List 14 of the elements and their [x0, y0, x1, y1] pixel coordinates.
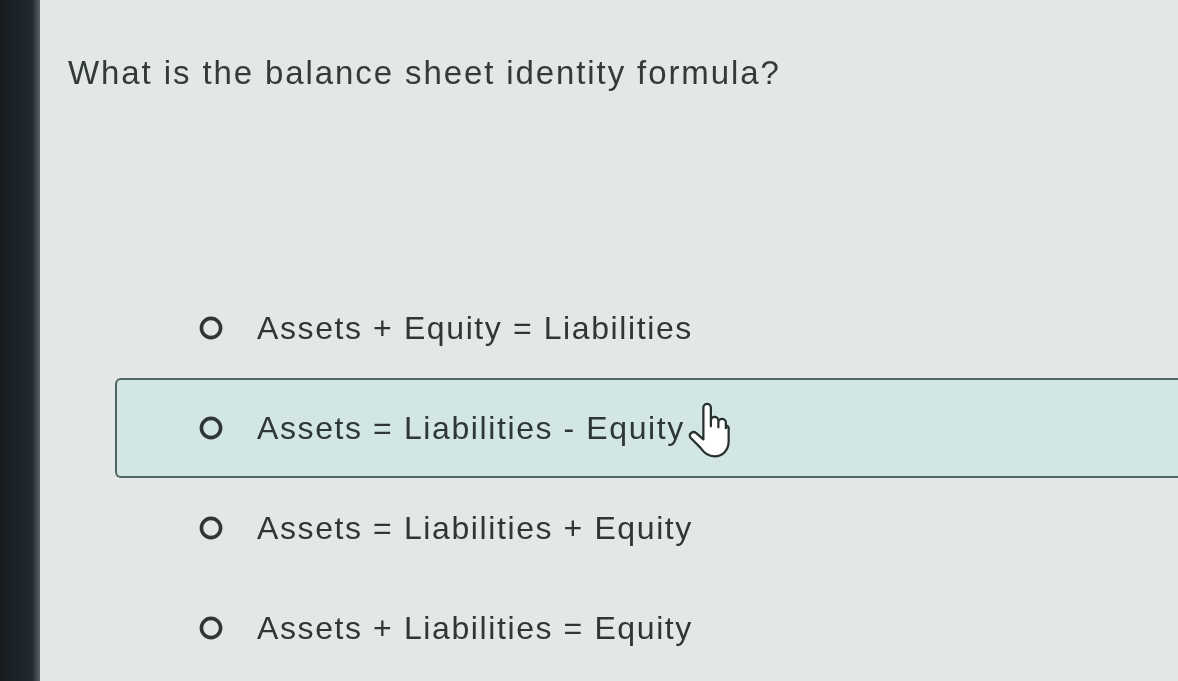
option-label: Assets + Liabilities = Equity	[257, 609, 693, 648]
radio-button-icon[interactable]	[199, 516, 223, 540]
option-label: Assets + Equity = Liabilities	[257, 309, 693, 348]
radio-button-icon[interactable]	[199, 616, 223, 640]
option-label: Assets = Liabilities - Equity	[257, 409, 685, 448]
answer-option[interactable]: Assets + Liabilities = Equity	[115, 578, 1178, 678]
question-text: What is the balance sheet identity formula?	[68, 53, 782, 93]
answer-option[interactable]: Assets = Liabilities + Equity	[115, 478, 1178, 578]
answer-option[interactable]: Assets + Equity = Liabilities	[115, 278, 1178, 378]
radio-button-icon[interactable]	[199, 416, 223, 440]
radio-button-icon[interactable]	[199, 316, 223, 340]
option-label: Assets = Liabilities + Equity	[257, 509, 693, 548]
pointing-hand-icon	[686, 402, 731, 460]
highlighted-answer-option[interactable]: Assets = Liabilities - Equity	[115, 378, 1178, 478]
